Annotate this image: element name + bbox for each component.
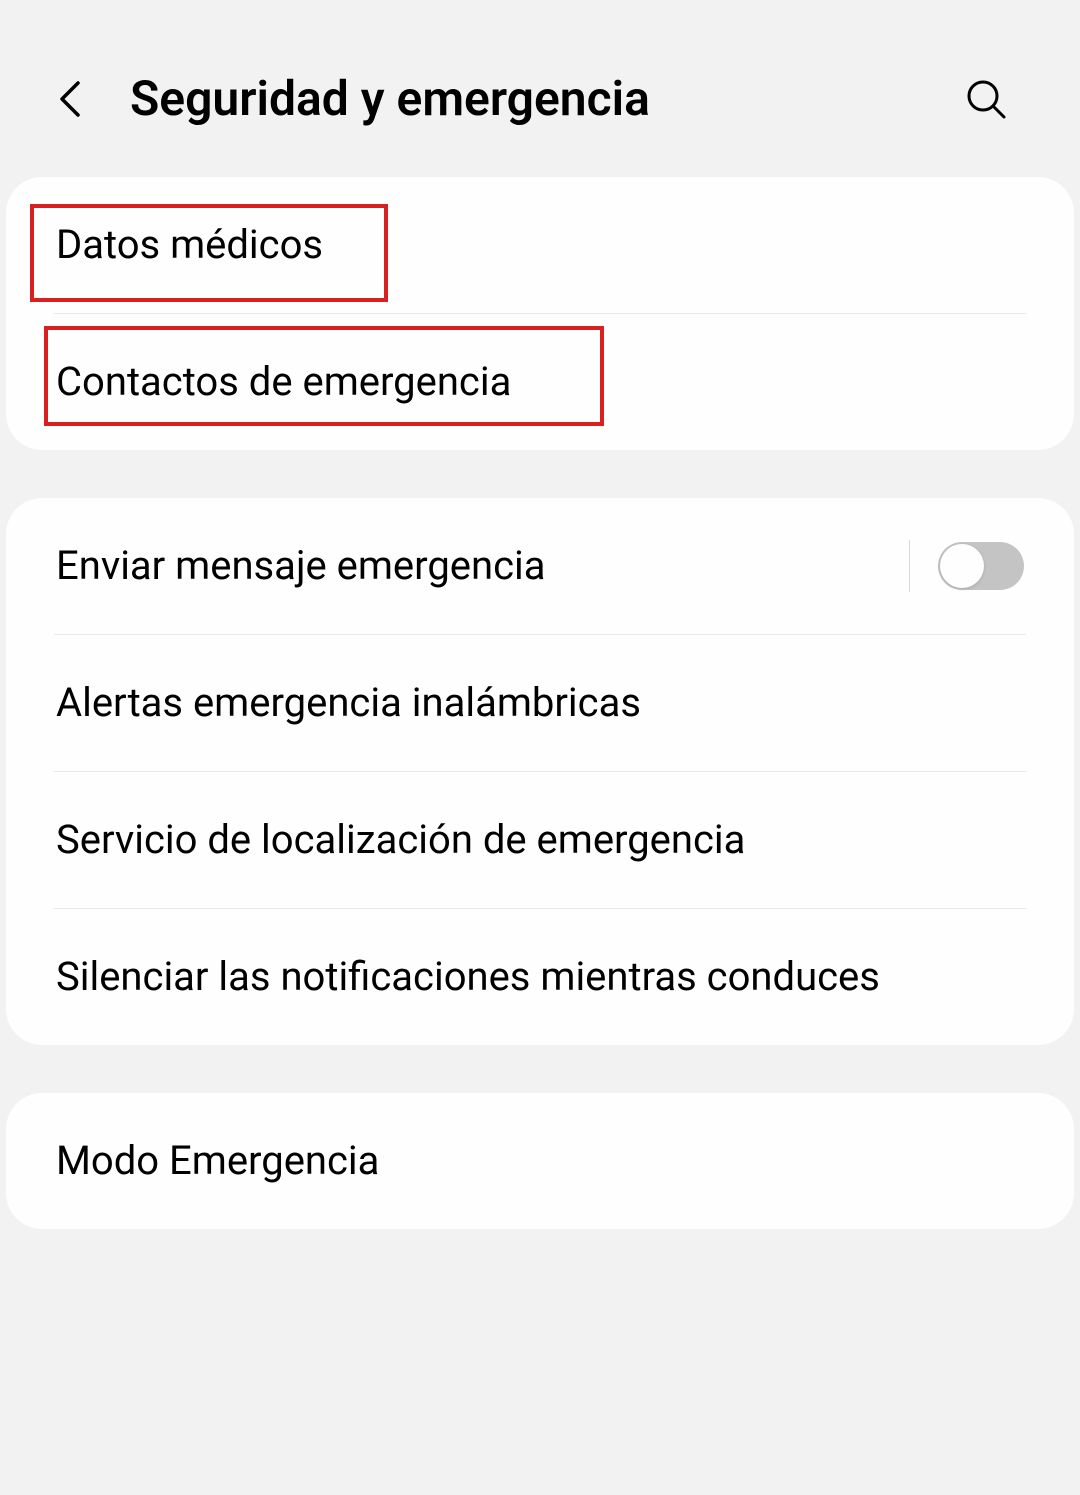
back-button[interactable] [50,79,90,119]
search-icon [964,77,1008,121]
card-group-3: Modo Emergencia [6,1093,1074,1229]
list-item-label: Datos médicos [56,221,323,268]
toggle-switch[interactable] [938,542,1024,590]
toggle-knob [940,544,984,588]
page-title: Seguridad y emergencia [130,70,962,127]
list-item-label: Alertas emergencia inalámbricas [56,679,641,726]
list-item-driving-silence[interactable]: Silenciar las notificaciones mientras co… [6,909,1074,1045]
list-item-emergency-location[interactable]: Servicio de localización de emergencia [6,772,1074,908]
list-item-label: Contactos de emergencia [56,358,511,405]
toggle-container [909,540,1024,592]
list-item-send-sos[interactable]: Enviar mensaje emergencia [6,498,1074,634]
vertical-separator [909,540,910,592]
search-button[interactable] [962,75,1010,123]
list-item-wireless-alerts[interactable]: Alertas emergencia inalámbricas [6,635,1074,771]
chevron-left-icon [56,79,84,119]
card-group-2: Enviar mensaje emergencia Alertas emerge… [6,498,1074,1045]
list-item-emergency-mode[interactable]: Modo Emergencia [6,1093,1074,1229]
list-item-label: Enviar mensaje emergencia [56,540,909,592]
list-item-label: Modo Emergencia [56,1137,379,1184]
header: Seguridad y emergencia [0,0,1080,177]
list-item-label: Servicio de localización de emergencia [56,816,745,863]
list-item-label: Silenciar las notificaciones mientras co… [56,953,880,1000]
list-item-medical-data[interactable]: Datos médicos [6,177,1074,313]
list-item-emergency-contacts[interactable]: Contactos de emergencia [6,314,1074,450]
card-group-1: Datos médicos Contactos de emergencia [6,177,1074,450]
